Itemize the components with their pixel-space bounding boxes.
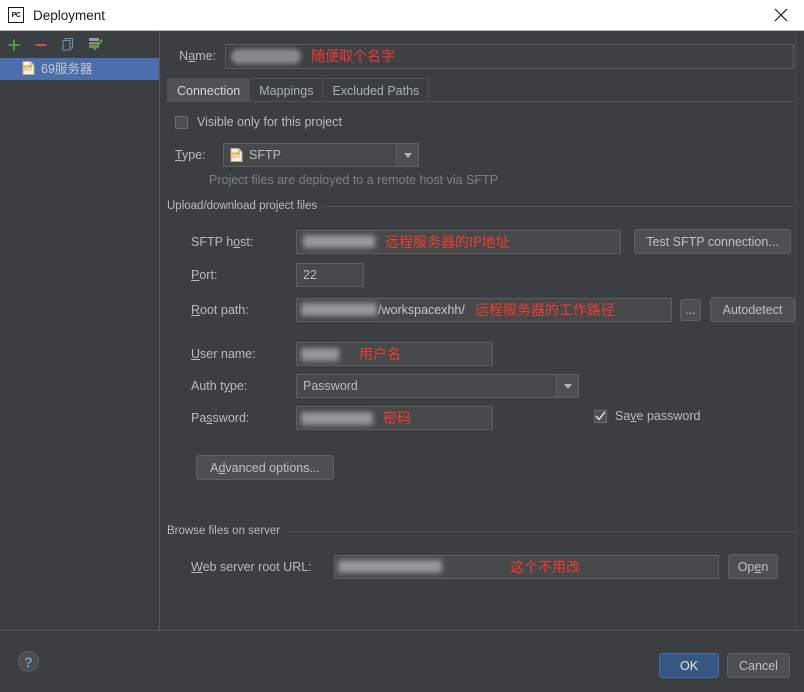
- ok-button[interactable]: OK: [659, 653, 719, 678]
- tab-mappings[interactable]: Mappings: [249, 78, 324, 102]
- sidebar-toolbar: [0, 31, 159, 58]
- root-path-label: Root path:: [191, 302, 249, 317]
- add-button[interactable]: [5, 36, 23, 54]
- root-path-row: Root path: /workspacexhh/ 远程服务器的工作路径 ...…: [191, 297, 795, 322]
- chevron-down-icon[interactable]: [396, 144, 418, 166]
- save-password-label: Save password: [615, 409, 701, 423]
- root-path-browse-button[interactable]: ...: [680, 298, 701, 321]
- dialog-footer: ? OK Cancel: [0, 630, 804, 692]
- set-default-button[interactable]: [86, 36, 104, 54]
- remove-button[interactable]: [32, 36, 50, 54]
- cancel-button[interactable]: Cancel: [727, 653, 790, 678]
- group-divider: [322, 205, 794, 207]
- redacted-value: [301, 347, 339, 361]
- web-root-annotation: 这个不用改: [510, 559, 580, 576]
- root-path-annotation: 远程服务器的工作路径: [474, 302, 615, 319]
- sidebar-item-server[interactable]: sftp 69服务器: [0, 58, 159, 80]
- redacted-value: [301, 303, 377, 316]
- auth-type-select[interactable]: Password: [296, 374, 579, 398]
- dialog-body: sftp 69服务器 Name: 随便取个名字 Connection Mappi…: [0, 31, 804, 630]
- name-row: Name: 随便取个名字: [167, 43, 794, 69]
- user-name-row: User name: 用户名: [191, 342, 493, 366]
- name-annotation: 随便取个名字: [311, 49, 395, 65]
- sftp-file-icon: sftp: [22, 60, 35, 78]
- redacted-value: [301, 411, 373, 425]
- svg-text:sftp: sftp: [23, 65, 32, 70]
- name-input[interactable]: 随便取个名字: [225, 43, 794, 69]
- upload-group-header: Upload/download project files: [167, 200, 794, 212]
- connection-form: Visible only for this project Type: sftp…: [167, 102, 795, 630]
- browse-ellipsis-label: ...: [685, 302, 696, 317]
- svg-text:sftp: sftp: [231, 153, 240, 158]
- auth-type-value: Password: [303, 379, 358, 393]
- open-label: Open: [737, 559, 769, 574]
- type-value: SFTP: [249, 148, 281, 162]
- port-label: Port:: [191, 268, 218, 282]
- web-root-row: Web server root URL: 这个不用改 Open: [191, 554, 778, 579]
- tab-connection[interactable]: Connection: [167, 78, 251, 102]
- visible-only-label: Visible only for this project: [197, 115, 342, 129]
- user-name-input[interactable]: 用户名: [296, 342, 493, 366]
- visible-only-row[interactable]: Visible only for this project: [175, 115, 342, 129]
- web-root-input[interactable]: 这个不用改: [334, 554, 719, 579]
- web-root-label: Web server root URL:: [191, 559, 312, 574]
- advanced-options-row: Advanced options...: [196, 455, 334, 480]
- sftp-host-row: SFTP host: 远程服务器的IP地址 Test SFTP connecti…: [191, 229, 791, 254]
- autodetect-button[interactable]: Autodetect: [710, 297, 795, 322]
- advanced-options-button[interactable]: Advanced options...: [196, 455, 334, 480]
- copy-button[interactable]: [59, 36, 77, 54]
- server-list-sidebar: sftp 69服务器: [0, 31, 160, 630]
- password-annotation: 密码: [383, 411, 411, 427]
- type-select[interactable]: sftp SFTP: [223, 143, 419, 167]
- sftp-file-icon: sftp: [230, 148, 243, 162]
- window-title: Deployment: [33, 7, 106, 23]
- password-row: Password: 密码: [191, 406, 493, 430]
- redacted-value: [303, 235, 375, 248]
- group-divider: [285, 530, 794, 532]
- type-row: Type: sftp SFTP: [175, 143, 419, 167]
- content-scrollbar[interactable]: [795, 31, 804, 630]
- visible-only-checkbox[interactable]: [175, 115, 188, 129]
- sidebar-item-label: 69服务器: [41, 61, 93, 76]
- browse-group-header: Browse files on server: [167, 525, 794, 537]
- password-input[interactable]: 密码: [296, 406, 493, 430]
- test-sftp-connection-label: Test SFTP connection...: [646, 234, 779, 249]
- type-hint-row: Project files are deployed to a remote h…: [209, 173, 498, 187]
- type-hint: Project files are deployed to a remote h…: [209, 173, 499, 187]
- open-button[interactable]: Open: [728, 554, 778, 579]
- sftp-host-label: SFTP host:: [191, 234, 254, 249]
- root-path-input[interactable]: /workspacexhh/ 远程服务器的工作路径: [296, 297, 672, 322]
- redacted-value: [231, 48, 301, 64]
- auth-type-row: Auth type: Password: [191, 374, 579, 398]
- port-input[interactable]: 22: [296, 263, 364, 287]
- settings-tabs: Connection Mappings Excluded Paths: [167, 78, 794, 102]
- auth-type-label: Auth type:: [191, 379, 248, 393]
- sftp-host-input[interactable]: 远程服务器的IP地址: [296, 229, 621, 254]
- tab-excluded-paths[interactable]: Excluded Paths: [322, 78, 430, 102]
- type-label: Type:: [175, 148, 206, 162]
- server-list: sftp 69服务器: [0, 58, 159, 80]
- redacted-value: [338, 560, 442, 573]
- chevron-down-icon[interactable]: [556, 375, 578, 397]
- deployment-dialog: PC Deployment sftp 69服务器 Name: 随便取个名字 Co…: [0, 0, 804, 692]
- help-button[interactable]: ?: [18, 651, 39, 672]
- upload-group-title: Upload/download project files: [167, 200, 318, 212]
- save-password-row[interactable]: Save password: [594, 409, 700, 423]
- user-name-annotation: 用户名: [359, 347, 401, 363]
- connection-settings-panel: Name: 随便取个名字 Connection Mappings Exclude…: [161, 31, 804, 630]
- root-path-value: /workspacexhh/: [378, 302, 465, 317]
- autodetect-label: Autodetect: [722, 302, 783, 317]
- name-label: Name:: [179, 49, 216, 63]
- save-password-checkbox[interactable]: [594, 409, 607, 423]
- port-row: Port: 22: [191, 263, 364, 287]
- advanced-options-label: Advanced options...: [210, 460, 320, 475]
- close-icon[interactable]: [758, 0, 804, 30]
- user-name-label: User name:: [191, 347, 256, 361]
- pycharm-icon: PC: [8, 7, 24, 23]
- title-bar: PC Deployment: [0, 0, 804, 31]
- password-label: Password:: [191, 411, 250, 425]
- browse-group-title: Browse files on server: [167, 525, 281, 537]
- sftp-host-annotation: 远程服务器的IP地址: [385, 234, 510, 251]
- test-sftp-connection-button[interactable]: Test SFTP connection...: [634, 229, 791, 254]
